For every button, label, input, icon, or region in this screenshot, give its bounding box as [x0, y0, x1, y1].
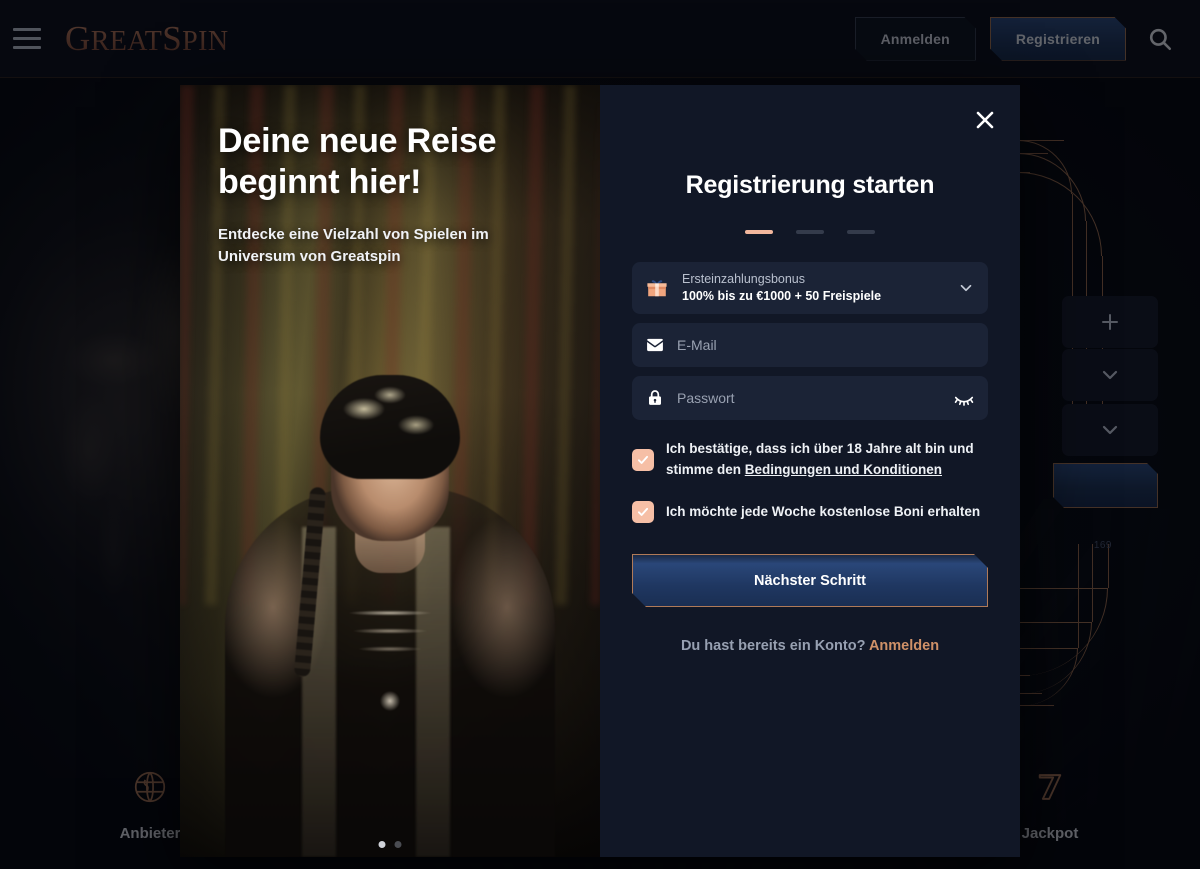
promo-copy: Deine neue Reise beginnt hier! Entdecke … [218, 121, 548, 268]
promo-carousel-dots[interactable] [378, 841, 402, 848]
promo-subtitle-line2: Universum von Greatspin [218, 248, 401, 266]
bonus-title: Ersteinzahlungsbonus [682, 272, 805, 287]
chevron-down-icon[interactable] [957, 279, 975, 297]
lock-icon [645, 388, 665, 408]
age-consent-row: Ich bestätige, dass ich über 18 Jahre al… [632, 439, 988, 480]
step-dot-1-active[interactable] [745, 230, 773, 234]
promo-title-line2: beginnt hier! [218, 163, 422, 202]
modal-form-pane: Registrierung starten Ersteinzahlungsbon… [600, 85, 1020, 857]
step-indicator [632, 230, 988, 234]
promo-title-line1: Deine neue Reise [218, 122, 497, 160]
submit-button[interactable]: Nächster Schritt [632, 554, 988, 607]
bonus-consent-checkbox[interactable] [632, 501, 654, 524]
promo-title: Deine neue Reise beginnt hier! [218, 121, 548, 204]
registration-modal: Deine neue Reise beginnt hier! Entdecke … [180, 85, 1020, 857]
bonus-text: Ersteinzahlungsbonus 100% bis zu €1000 +… [682, 271, 957, 305]
age-consent-checkbox[interactable] [632, 448, 654, 471]
email-input[interactable] [677, 337, 975, 353]
gift-icon [645, 276, 669, 300]
age-consent-text: Ich bestätige, dass ich über 18 Jahre al… [666, 439, 988, 480]
promo-subtitle: Entdecke eine Vielzahl von Spielen im Un… [218, 224, 548, 268]
bonus-consent-row: Ich möchte jede Woche kostenlose Boni er… [632, 501, 988, 524]
login-prompt-text: Du hast bereits ein Konto? [680, 638, 866, 655]
page-root: 169 GREATSPIN Anmelden Registrieren Anbi… [0, 0, 1200, 869]
close-icon[interactable] [968, 103, 1002, 137]
carousel-dot[interactable] [394, 841, 402, 848]
carousel-dot-active[interactable] [378, 841, 386, 848]
login-link[interactable]: Anmelden [869, 638, 939, 654]
modal-promo-pane: Deine neue Reise beginnt hier! Entdecke … [180, 85, 600, 857]
promo-subtitle-line1: Entdecke eine Vielzahl von Spielen im [218, 225, 489, 243]
terms-link[interactable]: Bedingungen und Konditionen [745, 462, 942, 477]
step-dot-2[interactable] [796, 230, 824, 234]
envelope-icon [645, 335, 665, 355]
login-prompt: Du hast bereits ein Konto? Anmelden [632, 638, 988, 654]
bonus-consent-text: Ich möchte jede Woche kostenlose Boni er… [666, 503, 981, 519]
step-dot-3[interactable] [847, 230, 875, 234]
email-field-wrapper[interactable] [632, 323, 988, 367]
eye-off-icon[interactable] [953, 387, 975, 409]
promo-model-figure [210, 297, 570, 857]
password-input[interactable] [677, 390, 953, 406]
page-title: Registrierung starten [685, 171, 935, 199]
bonus-value: 100% bis zu €1000 + 50 Freispiele [682, 289, 882, 303]
password-field-wrapper[interactable] [632, 376, 988, 420]
bonus-selector[interactable]: Ersteinzahlungsbonus 100% bis zu €1000 +… [632, 262, 988, 314]
